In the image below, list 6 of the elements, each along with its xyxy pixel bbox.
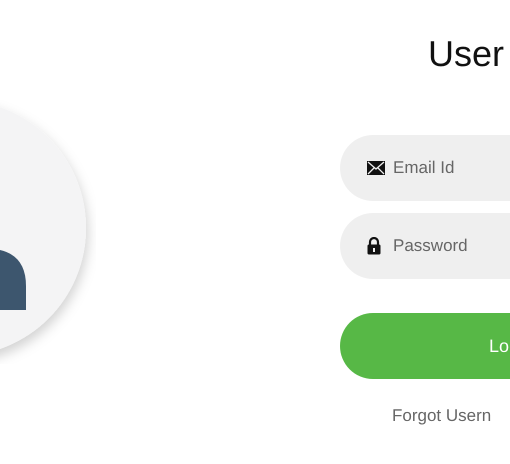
lock-icon	[367, 237, 381, 255]
password-field[interactable]: Password	[340, 213, 510, 279]
forgot-link[interactable]: Forgot Usern	[392, 403, 492, 428]
page-title: User	[428, 32, 506, 76]
email-field[interactable]: Email Id	[340, 135, 510, 201]
envelope-icon	[367, 161, 385, 175]
